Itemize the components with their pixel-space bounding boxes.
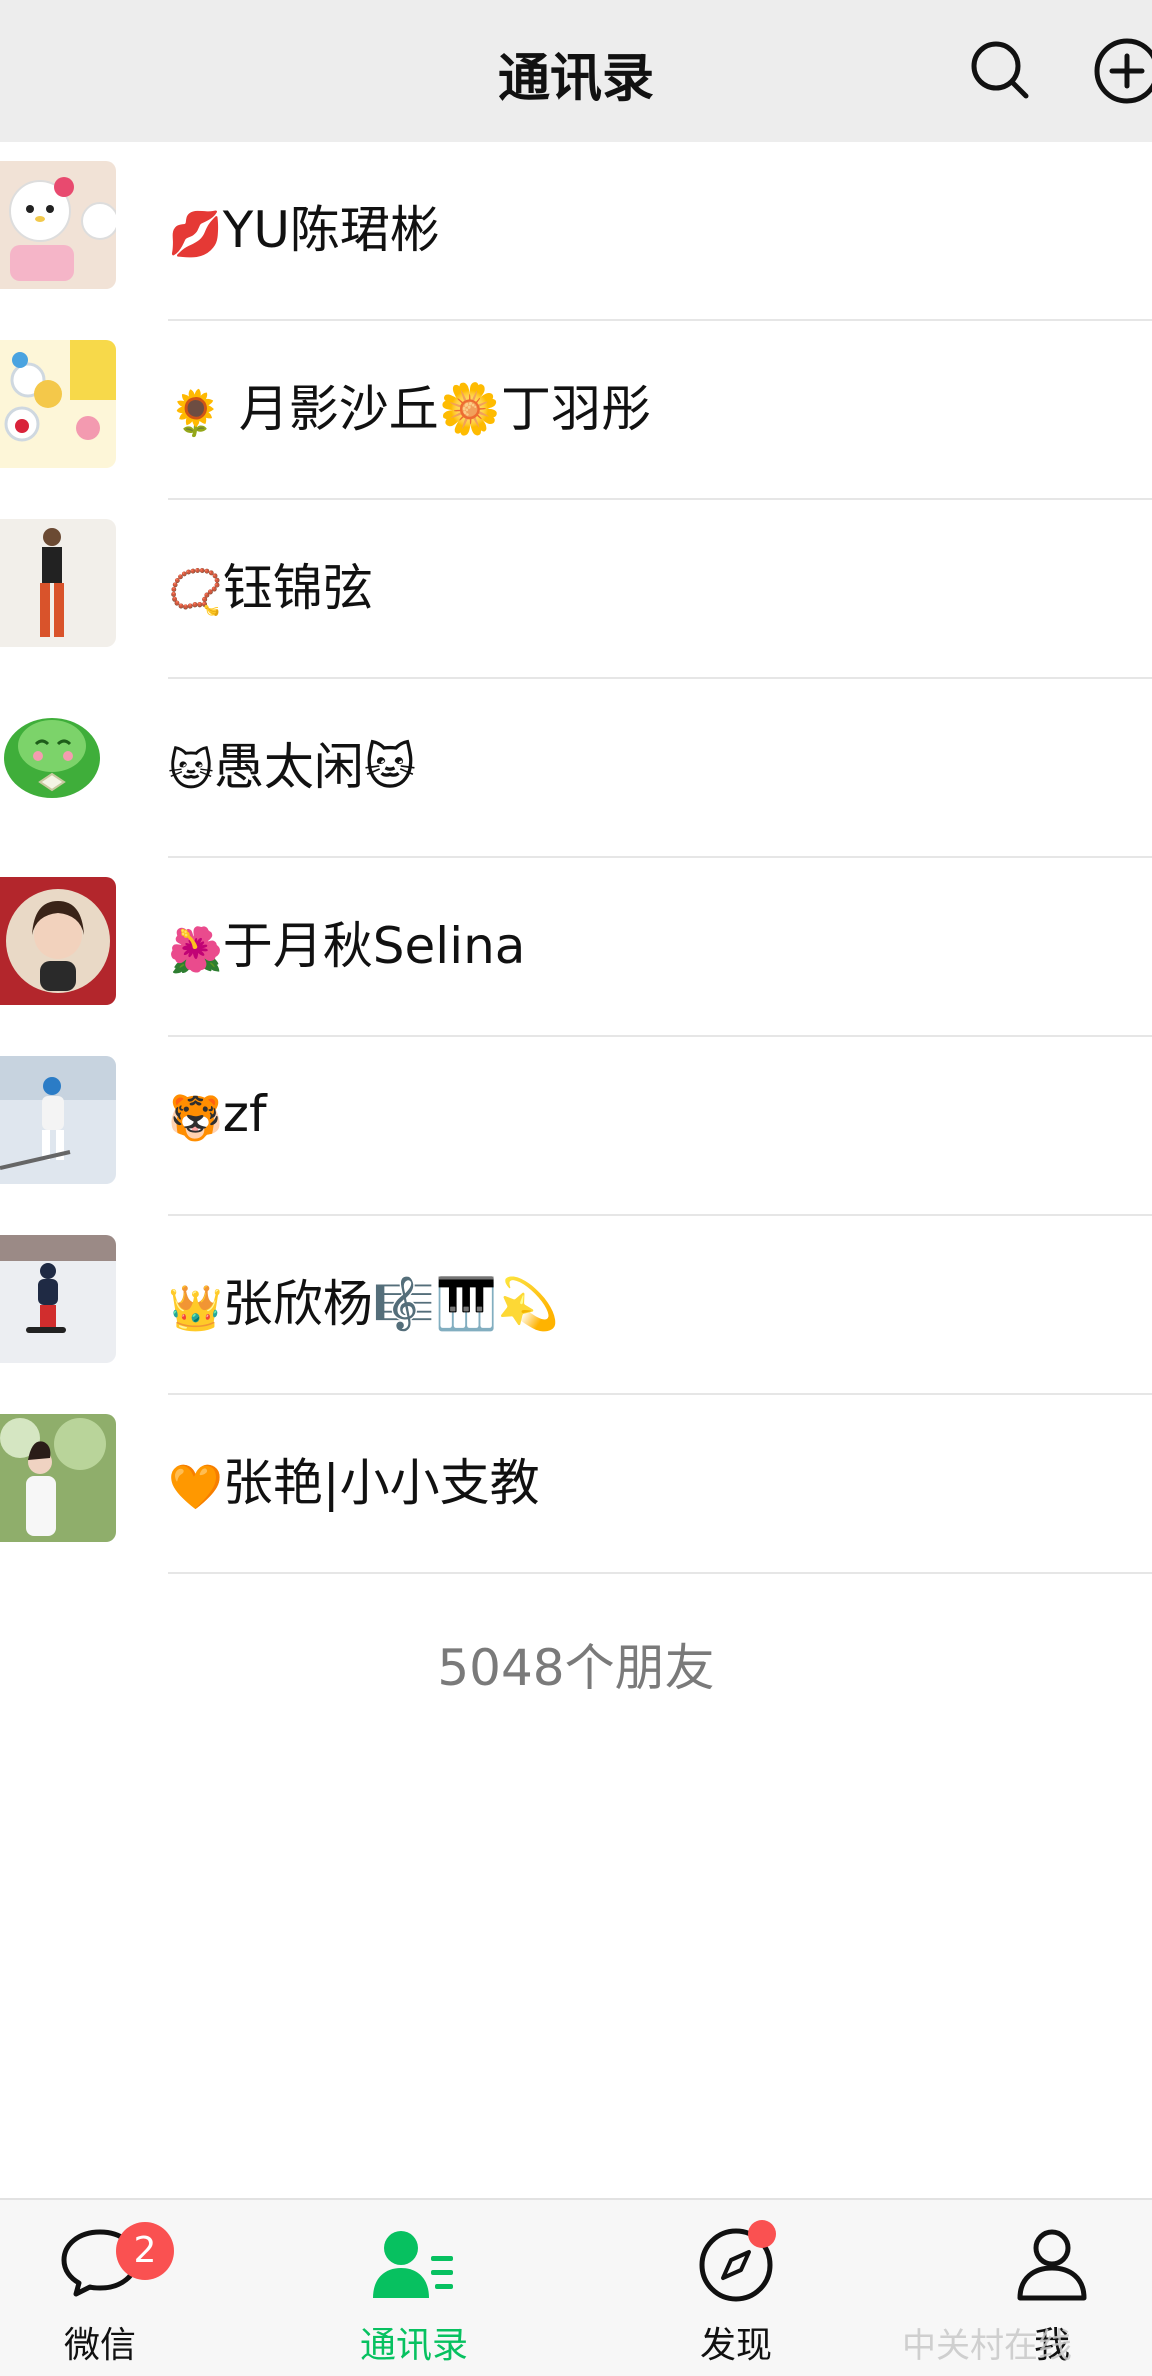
avatar bbox=[0, 340, 116, 468]
person-icon bbox=[1017, 2229, 1087, 2301]
contacts-screen: 通讯录 💋YU陈珺彬 🌻 月影沙丘🌼丁羽彤 📿钰锦弦 🐱愚太闲🐱 🌺于月秋Sel… bbox=[0, 0, 1152, 2376]
contact-name-text: 愚太闲🐱 bbox=[213, 738, 416, 796]
contact-emoji: 👑 bbox=[168, 1282, 223, 1334]
contact-row[interactable]: 👑张欣杨🎼🎹💫 bbox=[0, 1216, 1152, 1395]
watermark: 中关村在线 bbox=[902, 2326, 1072, 2366]
friend-count: 5048个朋友 bbox=[437, 1639, 715, 1697]
tab-discover[interactable]: 发现 bbox=[636, 2200, 836, 2376]
avatar bbox=[0, 1235, 116, 1363]
contact-emoji: 🌺 bbox=[168, 924, 223, 976]
contact-list: 💋YU陈珺彬 🌻 月影沙丘🌼丁羽彤 📿钰锦弦 🐱愚太闲🐱 🌺于月秋Selina … bbox=[0, 142, 1152, 1574]
contact-emoji: 🐯 bbox=[168, 1092, 223, 1144]
new-dot bbox=[748, 2220, 776, 2248]
add-icon[interactable] bbox=[1092, 36, 1152, 106]
contact-row[interactable]: 🐱愚太闲🐱 bbox=[0, 679, 1152, 858]
tab-label: 通讯录 bbox=[359, 2325, 468, 2366]
tab-label: 发现 bbox=[699, 2325, 772, 2366]
contact-name-text: 月影沙丘🌼丁羽彤 bbox=[222, 380, 651, 438]
contact-name: 🐯zf bbox=[168, 1085, 267, 1144]
contact-name-text: zf bbox=[222, 1085, 267, 1143]
contact-emoji: 💋 bbox=[168, 208, 223, 260]
avatar bbox=[0, 161, 116, 289]
contact-name: 💋YU陈珺彬 bbox=[168, 190, 440, 262]
avatar bbox=[0, 1056, 116, 1184]
contact-name: 📿钰锦弦 bbox=[168, 548, 373, 620]
contact-name-text: 于月秋Selina bbox=[222, 917, 526, 975]
contact-row[interactable]: 🌺于月秋Selina bbox=[0, 858, 1152, 1037]
divider bbox=[168, 1572, 1152, 1574]
top-bar: 通讯录 bbox=[0, 0, 1152, 142]
contact-emoji: 🐱 bbox=[168, 745, 214, 796]
contact-row[interactable]: 📿钰锦弦 bbox=[0, 500, 1152, 679]
contact-emoji: 🧡 bbox=[168, 1461, 223, 1513]
contact-row[interactable]: 💋YU陈珺彬 bbox=[0, 142, 1152, 321]
contact-name-text: 钰锦弦 bbox=[222, 559, 373, 617]
avatar bbox=[0, 877, 116, 1005]
search-icon[interactable] bbox=[966, 36, 1034, 104]
contacts-icon bbox=[373, 2231, 453, 2298]
contact-row[interactable]: 🐯zf bbox=[0, 1037, 1152, 1216]
contact-name-text: YU陈珺彬 bbox=[222, 201, 440, 259]
contact-row[interactable]: 🧡张艳|小小支教 bbox=[0, 1395, 1152, 1574]
tab-chats[interactable]: 2 微信 bbox=[0, 2200, 200, 2376]
contact-emoji: 🌻 bbox=[168, 387, 223, 439]
contact-name-text: 张欣杨🎼🎹💫 bbox=[222, 1275, 560, 1333]
unread-badge: 2 bbox=[116, 2222, 174, 2280]
contact-name: 👑张欣杨🎼🎹💫 bbox=[168, 1264, 560, 1336]
contact-name: 🐱愚太闲🐱 bbox=[168, 727, 416, 799]
avatar bbox=[0, 1414, 116, 1542]
contact-row[interactable]: 🌻 月影沙丘🌼丁羽彤 bbox=[0, 321, 1152, 500]
contact-name: 🌺于月秋Selina bbox=[168, 906, 525, 978]
tab-label: 微信 bbox=[63, 2325, 136, 2366]
contact-name-text: 张艳|小小支教 bbox=[222, 1454, 540, 1512]
tab-contacts[interactable]: 通讯录 bbox=[314, 2200, 514, 2376]
avatar bbox=[0, 519, 116, 647]
contact-name: 🌻 月影沙丘🌼丁羽彤 bbox=[168, 369, 651, 441]
avatar bbox=[0, 698, 116, 826]
contact-emoji: 📿 bbox=[168, 566, 223, 618]
contact-name: 🧡张艳|小小支教 bbox=[168, 1443, 540, 1515]
